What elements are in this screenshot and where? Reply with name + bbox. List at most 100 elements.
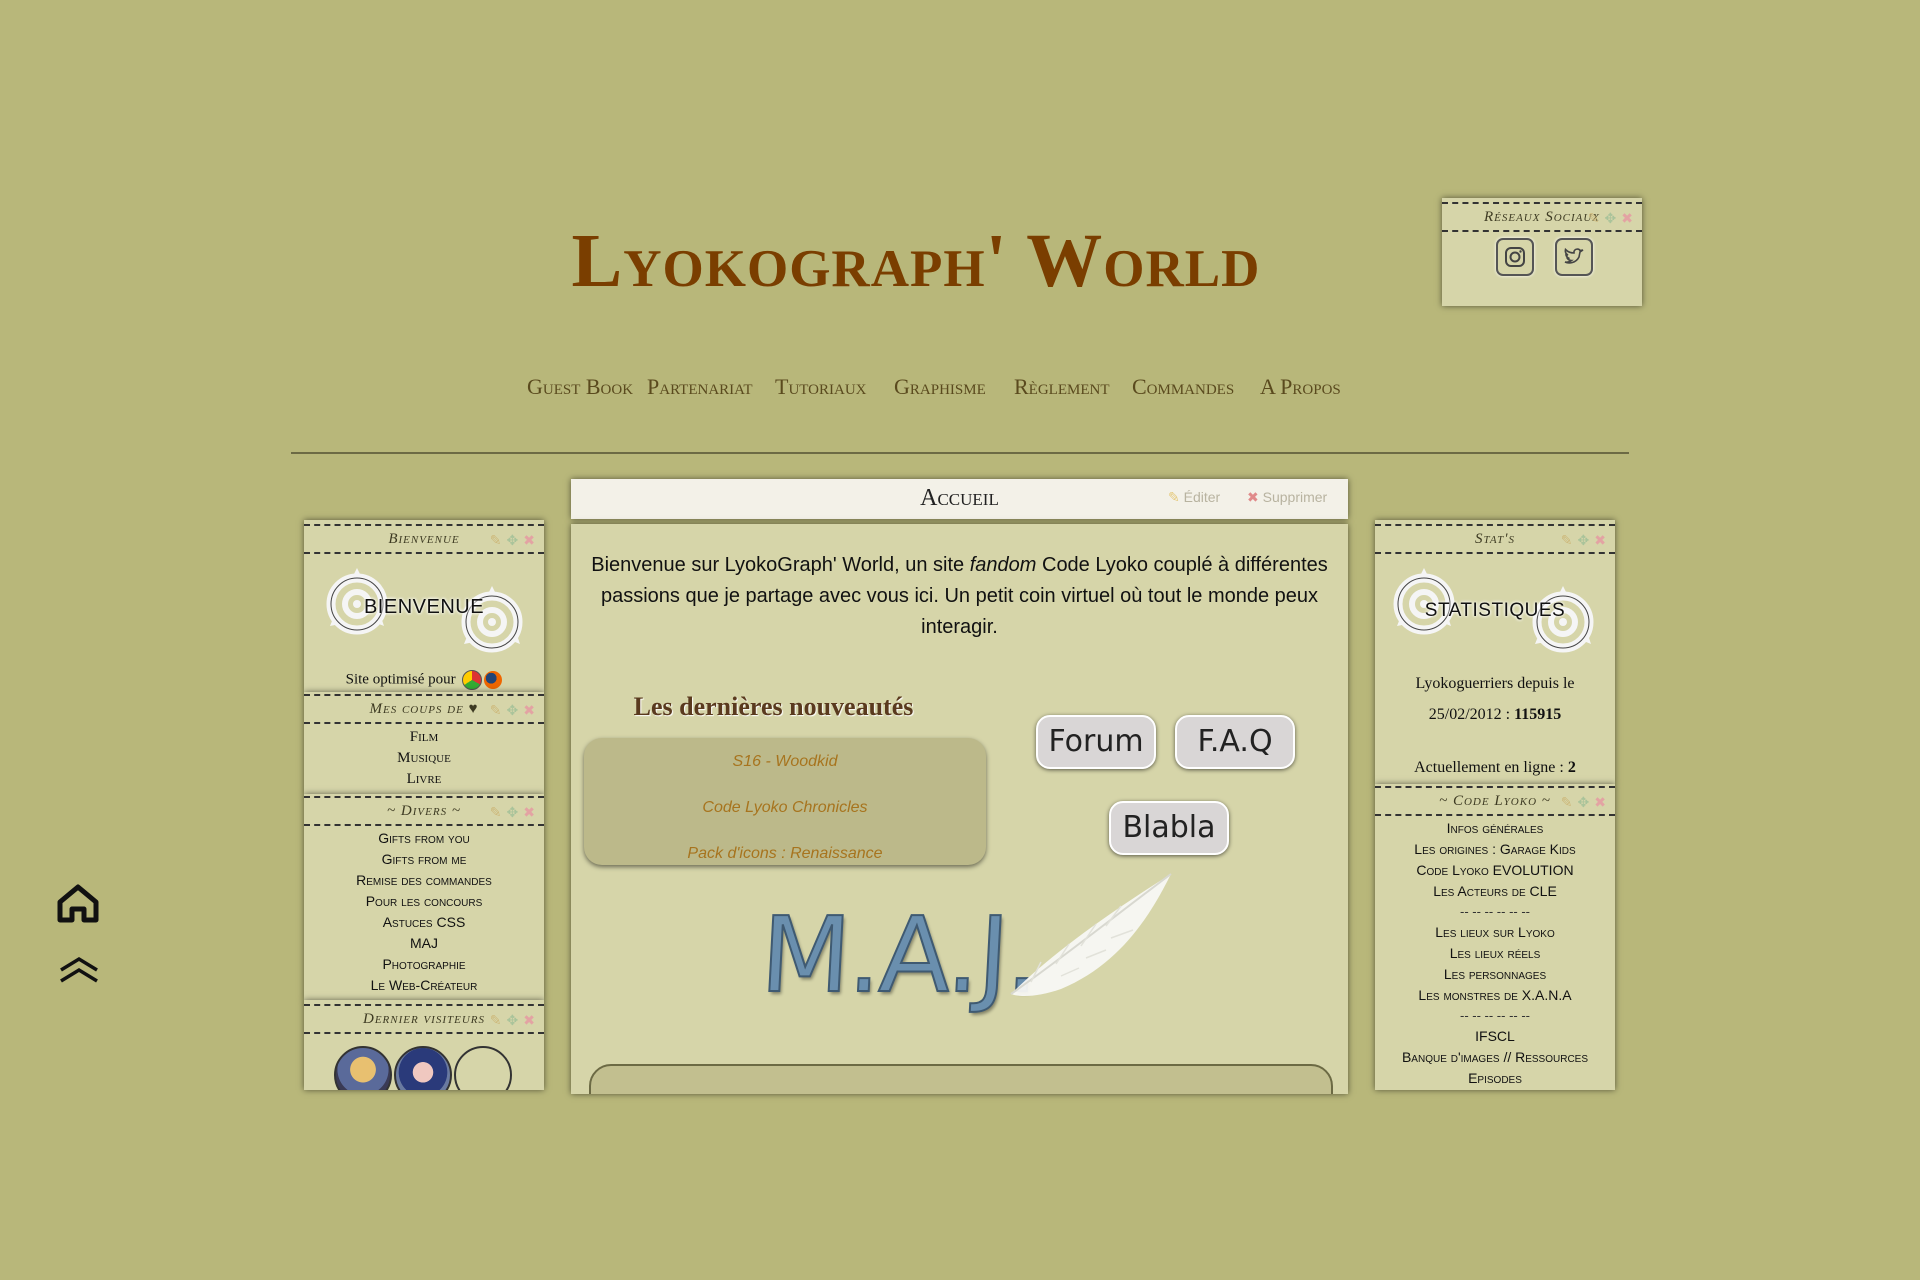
bienvenue-emblem-text: BIENVENUE xyxy=(363,596,485,618)
move-icon[interactable]: ✥ xyxy=(507,534,520,549)
pencil-icon[interactable]: ✎ xyxy=(490,534,503,549)
pencil-icon[interactable]: ✎ xyxy=(1561,534,1574,549)
coups-widget-header: Mes coups de ♥ ✎ ✥ ✖ xyxy=(304,694,544,724)
bienvenue-widget: Bienvenue ✎ ✥ ✖ BIENVENUE Site optimisé po… xyxy=(304,520,544,692)
menu-item-ifscl[interactable]: IFSCL xyxy=(1375,1026,1615,1047)
delete-icon[interactable]: ✖ xyxy=(523,1014,536,1029)
menu-item-film[interactable]: Film xyxy=(304,727,544,748)
lyoko-eye-icon xyxy=(461,586,523,653)
menu-item-origines[interactable]: Les origines : Garage Kids xyxy=(1375,839,1615,860)
home-icon xyxy=(57,884,99,923)
page-title: Accueil xyxy=(920,485,999,511)
code-lyoko-widget-header: ~ Code Lyoko ~ ✎ ✥ ✖ xyxy=(1375,786,1615,816)
accueil-header: Accueil ✎ Éditer ✖ Supprimer xyxy=(571,479,1348,519)
move-icon[interactable]: ✥ xyxy=(507,1014,520,1029)
news-item[interactable]: Pack d'icons : Renaissance xyxy=(584,831,986,865)
delete-icon[interactable]: ✖ xyxy=(523,704,536,719)
avatar[interactable] xyxy=(454,1046,512,1090)
bottom-panel xyxy=(589,1064,1333,1094)
nav-partenariat[interactable]: Partenariat xyxy=(647,374,753,400)
faq-button[interactable]: F.A.Q xyxy=(1175,715,1295,769)
maj-banner[interactable]: M.A.J. xyxy=(757,893,1042,1017)
avatar[interactable] xyxy=(334,1046,392,1090)
delete-icon[interactable]: ✖ xyxy=(1594,796,1607,811)
delete-icon[interactable]: ✖ xyxy=(1621,212,1634,227)
nav-guest-book[interactable]: Guest Book xyxy=(527,374,633,400)
menu-item-personnages[interactable]: Les personnages xyxy=(1375,964,1615,985)
menu-item-banque-images[interactable]: Banque d'images // Ressources xyxy=(1375,1047,1615,1068)
pencil-icon[interactable]: ✎ xyxy=(490,704,503,719)
delete-icon[interactable]: ✖ xyxy=(523,534,536,549)
move-icon[interactable]: ✥ xyxy=(1578,796,1591,811)
delete-button[interactable]: ✖ Supprimer xyxy=(1247,489,1327,506)
menu-item-gifts-from-me[interactable]: Gifts from me xyxy=(304,849,544,870)
delete-icon[interactable]: ✖ xyxy=(1594,534,1607,549)
coups-widget: Mes coups de ♥ ✎ ✥ ✖ Film Musique Livre xyxy=(304,692,544,794)
edit-button[interactable]: ✎ Éditer xyxy=(1168,489,1220,506)
social-widget-header: Réseaux Sociaux ✎ ✥ ✖ xyxy=(1442,202,1642,232)
visiteurs-widget-header: Dernier visiteurs ✎ ✥ ✖ xyxy=(304,1004,544,1034)
online-label: Actuellement en ligne : xyxy=(1414,759,1568,776)
menu-item-gifts-from-you[interactable]: Gifts from you xyxy=(304,828,544,849)
twitter-icon[interactable] xyxy=(1555,238,1593,276)
since-label: Lyokoguerriers depuis le xyxy=(1415,675,1575,692)
menu-item-remise-commandes[interactable]: Remise des commandes xyxy=(304,870,544,891)
menu-item-infos-generales[interactable]: Infos générales xyxy=(1375,818,1615,839)
divers-widget-title: ~ Divers ~ xyxy=(387,803,461,819)
nav-a-propos[interactable]: A Propos xyxy=(1260,374,1341,400)
menu-item-monstres[interactable]: Les monstres de X.A.N.A xyxy=(1375,985,1615,1006)
delete-icon[interactable]: ✖ xyxy=(523,806,536,821)
menu-item-web-createur[interactable]: Le Web-Créateur xyxy=(304,975,544,996)
menu-item-concours[interactable]: Pour les concours xyxy=(304,891,544,912)
nav-graphisme[interactable]: Graphisme xyxy=(894,374,986,400)
divers-widget: ~ Divers ~ ✎ ✥ ✖ Gifts from you Gifts from… xyxy=(304,794,544,1000)
pencil-icon[interactable]: ✎ xyxy=(490,806,503,821)
move-icon[interactable]: ✥ xyxy=(507,704,520,719)
news-title: Les dernières nouveautés xyxy=(633,692,914,721)
visiteurs-widget: Dernier visiteurs ✎ ✥ ✖ xyxy=(304,1000,544,1090)
pencil-icon[interactable]: ✎ xyxy=(490,1014,503,1029)
nav-tutoriaux[interactable]: Tutoriaux xyxy=(775,374,867,400)
move-icon[interactable]: ✥ xyxy=(507,806,520,821)
nav-commandes[interactable]: Commandes xyxy=(1132,374,1234,400)
menu-divider: -- -- -- -- -- -- xyxy=(1459,904,1530,919)
instagram-icon[interactable] xyxy=(1496,238,1534,276)
social-widget-title: Réseaux Sociaux xyxy=(1483,209,1601,225)
menu-item-episodes[interactable]: Episodes xyxy=(1375,1068,1615,1089)
stats-emblem: STATISTIQUES xyxy=(1375,554,1615,664)
move-icon[interactable]: ✥ xyxy=(1578,534,1591,549)
menu-item-evolution[interactable]: Code Lyoko EVOLUTION xyxy=(1375,860,1615,881)
since-date: 25/02/2012 : xyxy=(1428,706,1515,723)
pencil-icon[interactable]: ✎ xyxy=(1588,212,1601,227)
back-to-top-button[interactable] xyxy=(58,955,100,990)
stats-widget-title: Stat's xyxy=(1475,531,1515,547)
menu-item-astuces-css[interactable]: Astuces CSS xyxy=(304,912,544,933)
nav-reglement[interactable]: Règlement xyxy=(1014,374,1110,400)
delete-icon: ✖ xyxy=(1247,489,1259,505)
blabla-button[interactable]: Blabla xyxy=(1109,801,1229,855)
menu-item-acteurs[interactable]: Les Acteurs de CLE xyxy=(1375,881,1615,902)
menu-item-lieux-lyoko[interactable]: Les lieux sur Lyoko xyxy=(1375,922,1615,943)
menu-item-photographie[interactable]: Photographie xyxy=(304,954,544,975)
pencil-icon[interactable]: ✎ xyxy=(1561,796,1574,811)
news-list: S16 - Woodkid Code Lyoko Chronicles Pack… xyxy=(584,738,986,865)
avatar[interactable] xyxy=(394,1046,452,1090)
stats-widget-header: Stat's ✎ ✥ ✖ xyxy=(1375,524,1615,554)
home-button[interactable] xyxy=(56,882,100,929)
bienvenue-widget-title: Bienvenue xyxy=(388,531,460,547)
divers-widget-header: ~ Divers ~ ✎ ✥ ✖ xyxy=(304,796,544,826)
menu-item-lieux-reels[interactable]: Les lieux réels xyxy=(1375,943,1615,964)
menu-divider: -- -- -- -- -- -- xyxy=(1459,1008,1530,1023)
news-item[interactable]: S16 - Woodkid xyxy=(584,739,986,785)
news-item[interactable]: Code Lyoko Chronicles xyxy=(584,785,986,831)
bienvenue-emblem: BIENVENUE xyxy=(304,554,544,664)
forum-button[interactable]: Forum xyxy=(1036,715,1156,769)
nav-divider xyxy=(291,452,1629,454)
menu-item-livre[interactable]: Livre xyxy=(304,769,544,790)
main-nav: Guest Book Partenariat Tutoriaux Graphis… xyxy=(0,374,1920,404)
menu-item-maj[interactable]: MAJ xyxy=(304,933,544,954)
move-icon[interactable]: ✥ xyxy=(1605,212,1618,227)
accueil-content: Bienvenue sur LyokoGraph' World, un site… xyxy=(571,524,1348,1094)
code-lyoko-widget: ~ Code Lyoko ~ ✎ ✥ ✖ Infos générales Les o… xyxy=(1375,784,1615,1090)
menu-item-musique[interactable]: Musique xyxy=(304,748,544,769)
